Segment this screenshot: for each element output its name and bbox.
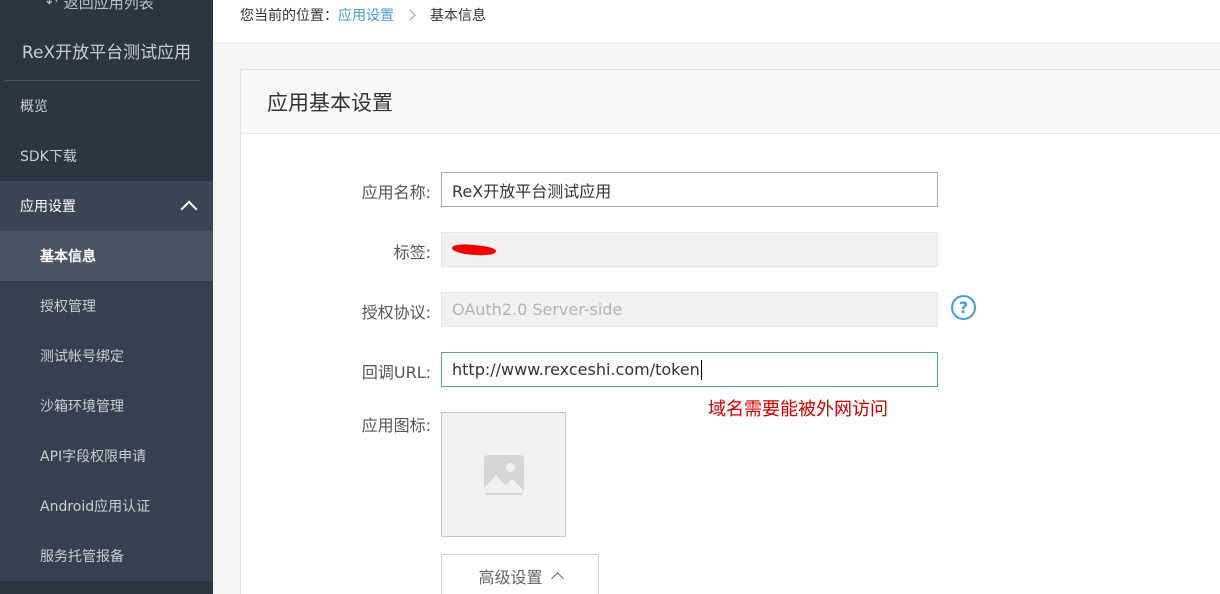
sidebar-item-label: Android应用认证	[40, 499, 151, 515]
protocol-field: OAuth2.0 Server-side	[441, 292, 938, 327]
chevron-right-icon	[404, 9, 416, 21]
callback-url-input[interactable]: http://www.rexceshi.com/token	[441, 352, 938, 387]
sidebar: ↶ 返回应用列表 ReX开放平台测试应用 概览 SDK下载 应用设置 基本信息 …	[0, 0, 213, 594]
undo-icon: ↶	[46, 0, 58, 11]
sidebar-item-sandbox-management[interactable]: 沙箱环境管理	[0, 381, 213, 431]
sidebar-item-api-field-permission[interactable]: API字段权限申请	[0, 431, 213, 481]
sidebar-item-label: 测试帐号绑定	[40, 349, 124, 365]
breadcrumb-current: 基本信息	[430, 8, 486, 24]
help-icon[interactable]: ?	[951, 295, 976, 320]
sidebar-item-label: 概览	[20, 99, 48, 115]
redacted-scribble	[452, 243, 496, 257]
sidebar-group-app-settings[interactable]: 应用设置	[0, 181, 213, 231]
image-placeholder-icon	[483, 454, 524, 495]
basic-settings-panel: 应用基本设置 应用名称: ReX开放平台测试应用 标签: 授权协议: OAuth…	[240, 69, 1220, 594]
sidebar-item-label: API字段权限申请	[40, 449, 147, 465]
page-title: 应用基本设置	[267, 90, 393, 115]
advanced-settings-button[interactable]: 高级设置	[441, 554, 599, 594]
app-name-value: ReX开放平台测试应用	[452, 181, 612, 201]
tag-field	[441, 232, 938, 267]
sidebar-item-android-auth[interactable]: Android应用认证	[0, 481, 213, 531]
callback-url-label: 回调URL:	[361, 363, 431, 382]
sidebar-item-basic-info[interactable]: 基本信息	[0, 231, 213, 281]
sidebar-item-overview[interactable]: 概览	[0, 81, 213, 131]
breadcrumb-link-app-settings[interactable]: 应用设置	[338, 5, 394, 25]
app-title: ReX开放平台测试应用	[21, 43, 192, 63]
app-icon-label: 应用图标:	[361, 416, 431, 435]
sidebar-item-label: 基本信息	[40, 249, 96, 265]
app-name-input[interactable]: ReX开放平台测试应用	[441, 172, 938, 207]
app-name-label: 应用名称:	[361, 183, 431, 202]
sidebar-item-sdk-download[interactable]: SDK下载	[0, 131, 213, 181]
protocol-label: 授权协议:	[361, 303, 431, 322]
text-caret	[700, 359, 702, 380]
sidebar-footer	[0, 581, 213, 594]
annotation-note: 域名需要能被外网访问	[708, 399, 888, 420]
sidebar-item-test-account-binding[interactable]: 测试帐号绑定	[0, 331, 213, 381]
panel-header: 应用基本设置	[241, 70, 1220, 134]
sidebar-item-label: 沙箱环境管理	[40, 399, 124, 415]
protocol-value: OAuth2.0 Server-side	[452, 300, 623, 319]
callback-url-value: http://www.rexceshi.com/token	[452, 360, 700, 379]
app-icon-upload[interactable]	[441, 412, 566, 537]
sidebar-item-auth-management[interactable]: 授权管理	[0, 281, 213, 331]
sidebar-item-label: 授权管理	[40, 299, 96, 315]
breadcrumb: 您当前的位置： 应用设置 基本信息	[240, 5, 486, 25]
tag-label: 标签:	[393, 243, 431, 262]
sidebar-item-label: 应用设置	[20, 199, 76, 215]
back-to-app-list-link[interactable]: ↶ 返回应用列表	[46, 0, 154, 13]
advanced-settings-label: 高级设置	[478, 567, 543, 587]
chevron-up-icon	[180, 200, 198, 218]
sidebar-item-service-hosting[interactable]: 服务托管报备	[0, 531, 213, 581]
top-bar: 您当前的位置： 应用设置 基本信息	[213, 0, 1220, 44]
sidebar-item-label: SDK下载	[20, 149, 77, 165]
breadcrumb-prefix: 您当前的位置：	[240, 8, 338, 24]
sidebar-item-label: 服务托管报备	[40, 549, 124, 565]
back-link-label: 返回应用列表	[63, 0, 154, 12]
chevron-up-icon	[550, 571, 564, 585]
